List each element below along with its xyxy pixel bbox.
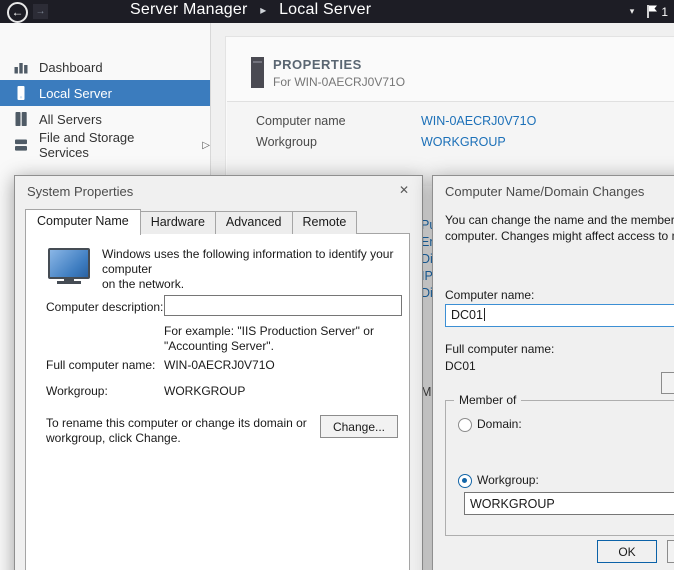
sidebar-item-dashboard[interactable]: Dashboard [0, 54, 210, 80]
computer-description-label: Computer description: [46, 300, 163, 314]
notifications-flag-button[interactable]: 1 [646, 4, 668, 19]
computer-monitor-icon [57, 281, 81, 284]
properties-rows: Computer name WIN-0AECRJ0V71O Workgroup … [227, 101, 674, 186]
workgroup-radio-label[interactable]: Workgroup: [477, 473, 539, 487]
domain-radio-label[interactable]: Domain: [477, 417, 522, 431]
ok-button[interactable]: OK [597, 540, 657, 563]
flyout-arrow-icon: ▷ [202, 140, 210, 151]
sidebar-item-file-storage-services[interactable]: File and Storage Services ▷ [0, 132, 210, 158]
properties-tile-icon [251, 57, 264, 88]
workgroup-link[interactable]: WORKGROUP [421, 135, 506, 149]
flag-icon [646, 4, 658, 19]
breadcrumb-local-server[interactable]: Local Server [279, 1, 371, 18]
topbar-actions: ▾ 1 [630, 0, 668, 23]
text-cursor [484, 308, 485, 321]
intro-text: Windows uses the following information t… [102, 247, 402, 292]
sidebar-item-local-server[interactable]: Local Server [0, 80, 210, 106]
server-icon [13, 85, 29, 101]
computer-name-label: Computer name [256, 114, 346, 128]
computer-description-input[interactable] [164, 295, 402, 316]
full-computer-name-label: Full computer name: [46, 358, 155, 372]
forward-button[interactable]: → [33, 4, 48, 19]
sidebar-item-label: Local Server [39, 86, 112, 101]
sidebar-item-all-servers[interactable]: All Servers [0, 106, 210, 132]
computer-name-input[interactable]: DC01 [445, 304, 674, 327]
cancel-button[interactable]: Cancel [667, 540, 674, 563]
rename-hint-text: To rename this computer or change its do… [46, 416, 307, 446]
workgroup-radio[interactable] [458, 474, 472, 488]
computer-name-label: Computer name: [445, 288, 534, 302]
example-line2: "Accounting Server". [164, 339, 274, 353]
system-properties-tabs: Computer Name Hardware Advanced Remote [25, 209, 357, 234]
computer-name-tab-panel: Windows uses the following information t… [25, 233, 410, 570]
tab-hardware[interactable]: Hardware [140, 211, 216, 234]
intro-line1: Windows uses the following information t… [102, 247, 393, 276]
intro-line1: You can change the name and the membersh… [445, 213, 674, 227]
workgroup-label: Workgroup: [46, 384, 108, 398]
breadcrumb-server-manager[interactable]: Server Manager [130, 1, 248, 18]
workgroup-input[interactable] [464, 492, 674, 515]
computer-name-link[interactable]: WIN-0AECRJ0V71O [421, 114, 536, 128]
member-of-label: Member of [454, 393, 521, 407]
close-icon[interactable]: ✕ [394, 181, 414, 199]
description-example-text: For example: "IIS Production Server" or … [164, 324, 374, 354]
forward-arrow-icon: → [36, 6, 46, 17]
domain-radio[interactable] [458, 418, 472, 432]
server-manager-window: ← → Server Manager ▸ Local Server ▾ 1 [0, 0, 674, 570]
tab-computer-name[interactable]: Computer Name [25, 209, 141, 235]
servers-icon [13, 111, 29, 127]
workgroup-value: WORKGROUP [164, 384, 245, 398]
properties-heading: PROPERTIES [273, 57, 362, 72]
system-properties-dialog: System Properties ✕ Computer Name Hardwa… [14, 175, 423, 570]
sidebar-item-label: File and Storage Services [39, 130, 186, 160]
file-storage-icon [13, 137, 29, 153]
back-button[interactable]: ← [7, 2, 28, 23]
intro-line2: computer. Changes might affect access to… [445, 229, 674, 243]
breadcrumb-separator-icon: ▸ [260, 3, 266, 17]
member-of-group: Member of Domain: Workgroup: [445, 400, 674, 536]
breadcrumb: Server Manager ▸ Local Server [130, 1, 371, 19]
chevron-down-icon[interactable]: ▾ [630, 6, 635, 17]
dashboard-icon [13, 59, 29, 75]
change-button[interactable]: Change... [320, 415, 398, 438]
intro-line2: on the network. [102, 277, 184, 291]
tab-advanced[interactable]: Advanced [215, 211, 293, 234]
sidebar-item-label: Dashboard [39, 60, 103, 75]
full-computer-name-label: Full computer name: [445, 342, 554, 356]
computer-name-domain-changes-dialog: Computer Name/Domain Changes You can cha… [432, 175, 674, 570]
properties-subheading: For WIN-0AECRJ0V71O [273, 75, 405, 89]
computer-name-input-value: DC01 [451, 308, 483, 322]
dialog-title: Computer Name/Domain Changes [445, 184, 644, 199]
sidebar-item-label: All Servers [39, 112, 102, 127]
topbar: ← → Server Manager ▸ Local Server ▾ 1 [0, 0, 674, 23]
dialog-title: System Properties [27, 184, 133, 199]
tab-remote[interactable]: Remote [292, 211, 358, 234]
back-arrow-icon: ← [12, 5, 24, 19]
intro-text: You can change the name and the membersh… [445, 212, 674, 244]
workgroup-label: Workgroup [256, 135, 317, 149]
more-button[interactable]: More... [661, 372, 674, 394]
notification-count-badge: 1 [661, 5, 668, 19]
example-line1: For example: "IIS Production Server" or [164, 324, 374, 338]
full-computer-name-value: WIN-0AECRJ0V71O [164, 358, 275, 372]
full-computer-name-value: DC01 [445, 359, 476, 373]
computer-monitor-icon [48, 248, 90, 279]
rename-line1: To rename this computer or change its do… [46, 416, 307, 430]
rename-line2: workgroup, click Change. [46, 431, 181, 445]
